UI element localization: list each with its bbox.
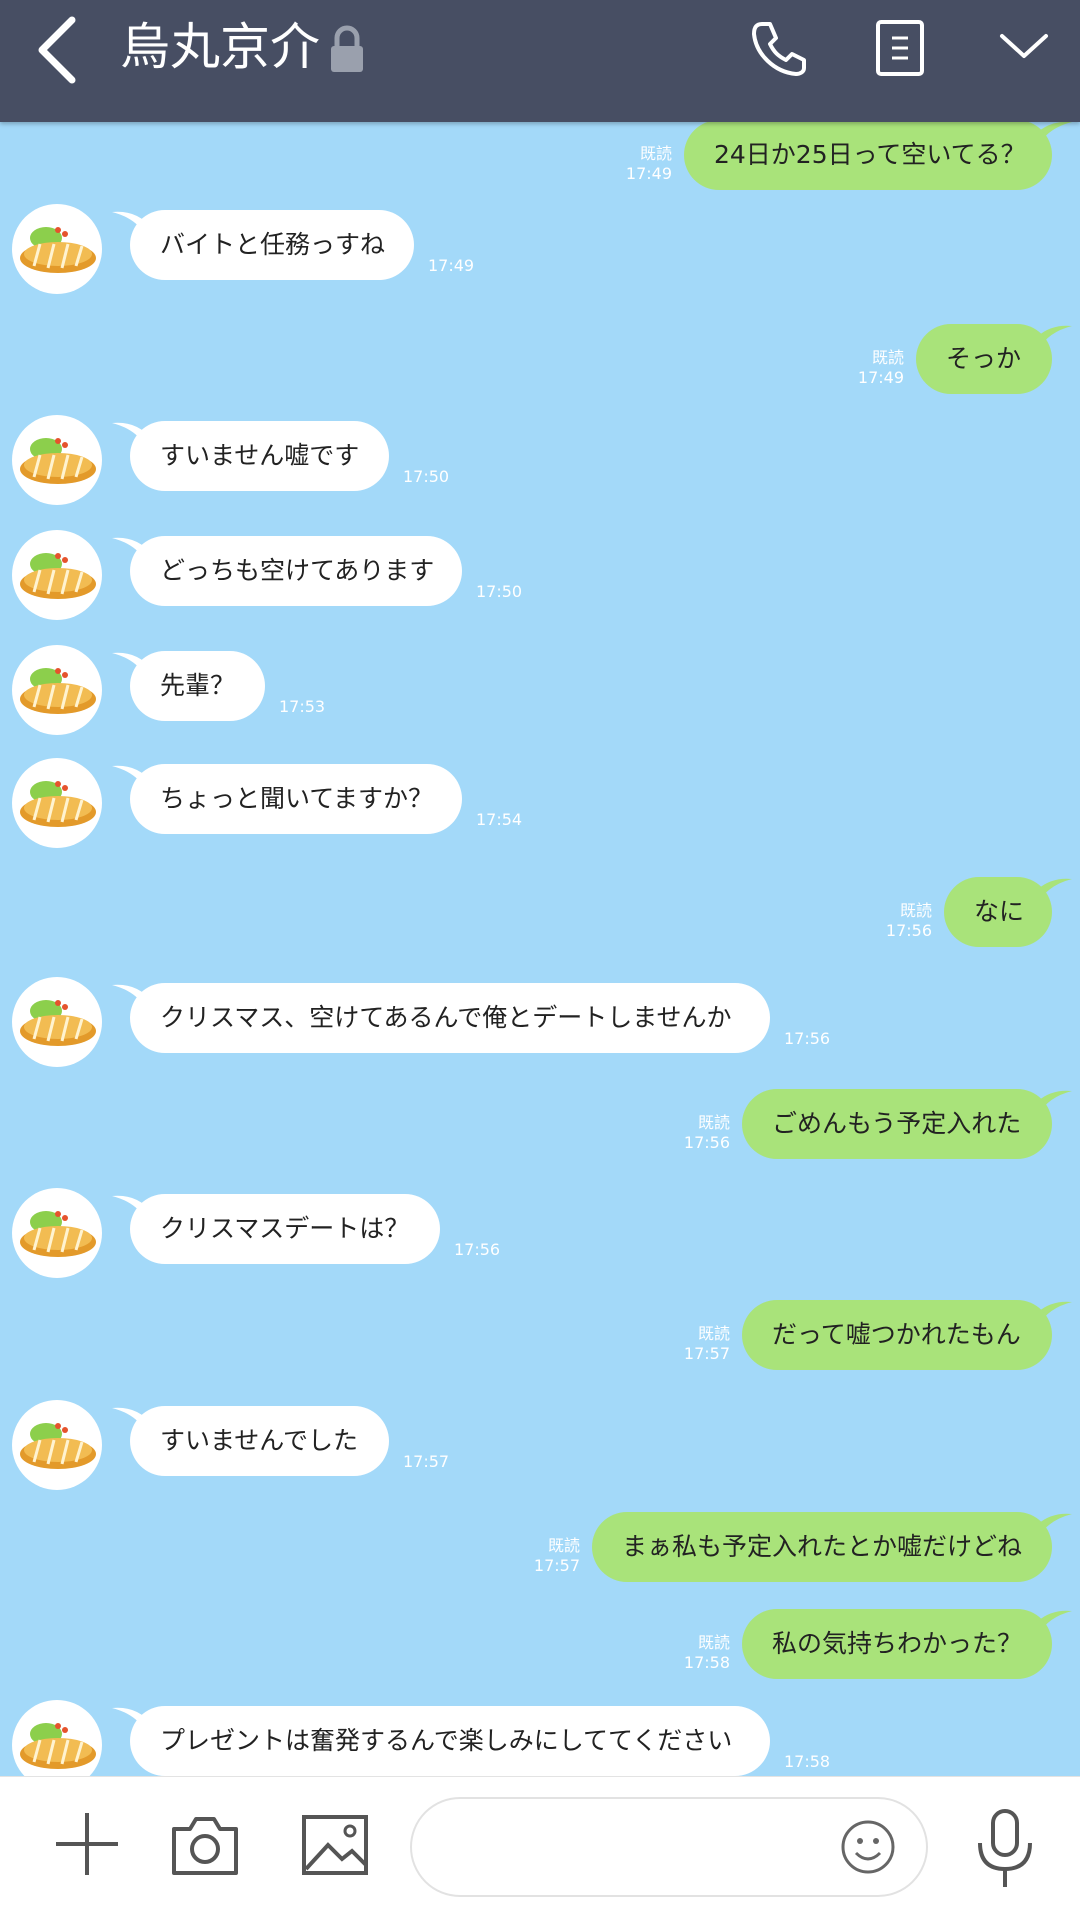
message-bubble[interactable]: バイトと任務っすね [130,210,414,280]
chat-title: 烏丸京介 [120,18,320,76]
outgoing-message: だって嘘つかれたもん 既読 17:57 [0,1294,1080,1384]
avatar[interactable] [12,415,102,505]
incoming-message: プレゼントは奮発するんで楽しみにしててください 17:58 [0,1700,1080,1776]
read-receipt: 既読 [871,348,904,367]
message-time: 17:49 [625,164,672,183]
avatar[interactable] [12,977,102,1067]
emoji-icon[interactable] [840,1819,896,1875]
incoming-message: すいませんでした 17:57 [0,1400,1080,1490]
incoming-message: 先輩？ 17:53 [0,645,1080,735]
plus-icon[interactable] [52,1809,122,1879]
message-time: 17:53 [279,697,326,716]
message-bubble[interactable]: ごめんもう予定入れた [742,1089,1052,1159]
chat-area[interactable]: 24日か25日って空いてる？ 既読 17:49 バイトと任務っすね 17:49 そっか 既読… [0,0,1080,1776]
input-bar [0,1776,1080,1921]
avatar[interactable] [12,530,102,620]
message-bubble[interactable]: クリスマスデートは？ [130,1194,440,1264]
message-bubble[interactable]: 私の気持ちわかった？ [742,1609,1052,1679]
message-time: 17:49 [857,368,904,387]
message-time: 17:49 [428,256,475,275]
message-time: 17:56 [454,1240,501,1259]
message-time: 17:56 [683,1133,730,1152]
back-chevron-icon[interactable] [30,14,90,86]
message-bubble[interactable]: すいませんでした [130,1406,389,1476]
message-bubble[interactable]: 先輩？ [130,651,265,721]
message-time: 17:58 [683,1653,730,1672]
read-receipt: 既読 [899,901,932,920]
read-receipt: 既読 [639,144,672,163]
incoming-message: どっちも空けてあります 17:50 [0,530,1080,620]
message-time: 17:50 [476,582,523,601]
message-bubble[interactable]: すいません嘘です [130,421,389,491]
notes-icon[interactable] [872,18,928,78]
message-bubble[interactable]: なに [944,877,1052,947]
incoming-message: ちょっと聞いてますか？ 17:54 [0,758,1080,848]
message-time: 17:57 [403,1452,450,1471]
read-receipt: 既読 [547,1536,580,1555]
camera-icon[interactable] [170,1813,240,1877]
avatar[interactable] [12,204,102,294]
read-receipt: 既読 [697,1113,730,1132]
message-time: 17:58 [784,1752,831,1771]
message-bubble[interactable]: ちょっと聞いてますか？ [130,764,462,834]
image-icon[interactable] [300,1813,370,1877]
message-time: 17:57 [683,1344,730,1363]
avatar[interactable] [12,1188,102,1278]
read-receipt: 既読 [697,1324,730,1343]
message-time: 17:50 [403,467,450,486]
incoming-message: バイトと任務っすね 17:49 [0,204,1080,294]
lock-icon [331,25,363,72]
message-bubble[interactable]: まぁ私も予定入れたとか嘘だけどね [592,1512,1052,1582]
message-bubble[interactable]: そっか [916,324,1052,394]
outgoing-message: 私の気持ちわかった？ 既読 17:58 [0,1603,1080,1693]
incoming-message: クリスマス、空けてあるんで俺とデートしませんか 17:56 [0,977,1080,1067]
message-bubble[interactable]: プレゼントは奮発するんで楽しみにしててください [130,1706,770,1776]
message-bubble[interactable]: 24日か25日って空いてる？ [684,120,1052,190]
outgoing-message: ごめんもう予定入れた 既読 17:56 [0,1083,1080,1173]
read-receipt: 既読 [697,1633,730,1652]
microphone-icon[interactable] [972,1807,1038,1891]
message-time: 17:56 [885,921,932,940]
avatar[interactable] [12,645,102,735]
incoming-message: すいません嘘です 17:50 [0,415,1080,505]
chat-header: 烏丸京介 [0,0,1080,122]
message-time: 17:57 [533,1556,580,1575]
incoming-message: クリスマスデートは？ 17:56 [0,1188,1080,1278]
avatar[interactable] [12,1400,102,1490]
message-bubble[interactable]: だって嘘つかれたもん [742,1300,1052,1370]
message-time: 17:56 [784,1029,831,1048]
message-bubble[interactable]: どっちも空けてあります [130,536,462,606]
outgoing-message: まぁ私も予定入れたとか嘘だけどね 既読 17:57 [0,1506,1080,1596]
phone-icon[interactable] [748,18,808,78]
outgoing-message: そっか 既読 17:49 [0,318,1080,408]
chevron-down-icon[interactable] [996,26,1052,66]
message-bubble[interactable]: クリスマス、空けてあるんで俺とデートしませんか [130,983,770,1053]
avatar[interactable] [12,758,102,848]
outgoing-message: 24日か25日って空いてる？ 既読 17:49 [0,114,1080,204]
outgoing-message: なに 既読 17:56 [0,871,1080,961]
message-time: 17:54 [476,810,523,829]
avatar[interactable] [12,1700,102,1776]
